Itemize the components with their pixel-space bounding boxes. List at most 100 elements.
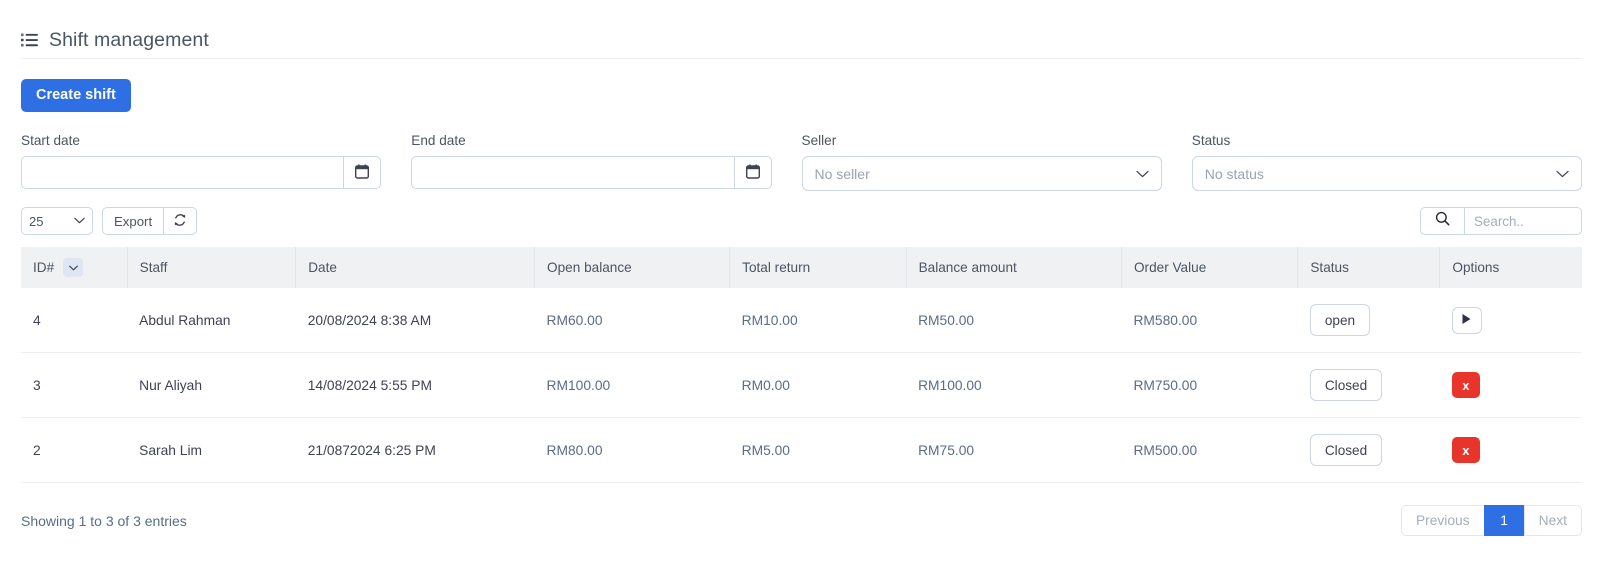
chevron-down-icon — [1556, 165, 1569, 183]
start-date-label: Start date — [21, 133, 80, 148]
cell-status: Closed — [1297, 352, 1440, 418]
cell-status: Closed — [1297, 417, 1440, 483]
cell-order-value: RM500.00 — [1121, 417, 1298, 483]
column-header-options: Options — [1439, 247, 1582, 288]
page-header: Shift management — [0, 0, 1603, 58]
column-label-options: Options — [1452, 260, 1500, 275]
column-label-status: Status — [1310, 260, 1349, 275]
cell-status: open — [1297, 288, 1440, 353]
search-input[interactable] — [1464, 207, 1582, 235]
page-length-wrapper: 25 — [21, 207, 93, 235]
cell-open-balance: RM80.00 — [534, 417, 730, 483]
page-title: Shift management — [49, 28, 209, 51]
delete-shift-button[interactable]: x — [1451, 372, 1480, 398]
seller-label: Seller — [801, 133, 837, 148]
search-button[interactable] — [1420, 207, 1464, 235]
page-length-select[interactable]: 25 — [21, 207, 93, 235]
cell-balance-amount: RM50.00 — [906, 288, 1122, 353]
pagination-previous[interactable]: Previous — [1400, 505, 1484, 536]
search-icon — [1435, 211, 1450, 231]
end-date-calendar-button[interactable] — [733, 156, 772, 189]
table-row: 4 Abdul Rahman 20/08/2024 8:38 AM RM60.0… — [21, 288, 1582, 353]
cell-balance-amount: RM100.00 — [906, 352, 1122, 418]
delete-shift-button[interactable]: x — [1451, 437, 1480, 463]
column-header-order-value[interactable]: Order Value — [1121, 247, 1299, 288]
resume-shift-button[interactable] — [1451, 306, 1482, 334]
calendar-icon — [745, 163, 760, 182]
table-row: 2 Sarah Lim 21/0872024 6:25 PM RM80.00 R… — [21, 417, 1582, 483]
cell-options — [1439, 288, 1582, 353]
cell-date: 21/0872024 6:25 PM — [295, 417, 535, 483]
column-header-open-balance[interactable]: Open balance — [534, 247, 731, 288]
cell-id: 3 — [21, 352, 128, 418]
column-header-date[interactable]: Date — [295, 247, 536, 288]
start-date-input[interactable] — [21, 156, 344, 189]
table-header-row: ID# Staff Date Open balance Total return… — [21, 247, 1582, 288]
filter-start-date: Start date — [21, 133, 411, 191]
list-icon — [21, 33, 38, 47]
cell-total-return: RM10.00 — [729, 288, 907, 353]
table-footer: Showing 1 to 3 of 3 entries Previous 1 N… — [0, 483, 1603, 536]
cell-staff: Sarah Lim — [127, 417, 296, 483]
column-header-staff[interactable]: Staff — [127, 247, 297, 288]
create-shift-button[interactable]: Create shift — [21, 79, 131, 112]
pagination: Previous 1 Next — [1400, 505, 1582, 536]
column-header-total-return[interactable]: Total return — [729, 247, 907, 288]
seller-select-value: No seller — [814, 165, 870, 182]
cell-order-value: RM750.00 — [1121, 352, 1298, 418]
cell-staff: Nur Aliyah — [127, 352, 296, 418]
refresh-icon — [173, 213, 187, 230]
column-header-status[interactable]: Status — [1297, 247, 1441, 288]
play-icon — [1461, 313, 1472, 328]
pagination-next[interactable]: Next — [1523, 505, 1582, 536]
cell-id: 4 — [21, 288, 128, 353]
shifts-table: ID# Staff Date Open balance Total return… — [21, 247, 1582, 483]
column-header-id[interactable]: ID# — [21, 247, 128, 288]
cell-options: x — [1439, 417, 1582, 483]
refresh-button[interactable] — [164, 207, 198, 235]
status-label: Status — [1191, 133, 1231, 148]
column-header-balance-amount[interactable]: Balance amount — [906, 247, 1122, 288]
filters-row: Start date End date Seller No seller Sta… — [0, 112, 1603, 191]
cell-id: 2 — [21, 417, 128, 483]
table-row: 3 Nur Aliyah 14/08/2024 5:55 PM RM100.00… — [21, 352, 1582, 418]
entries-info: Showing 1 to 3 of 3 entries — [21, 512, 187, 529]
sort-indicator-id[interactable] — [63, 258, 84, 277]
cell-open-balance: RM100.00 — [534, 352, 730, 418]
column-label-id: ID# — [33, 260, 55, 275]
column-label-balance-amount: Balance amount — [918, 260, 1017, 275]
chevron-down-icon — [1136, 165, 1149, 183]
status-badge[interactable]: Closed — [1309, 434, 1383, 466]
cell-total-return: RM0.00 — [729, 352, 907, 418]
end-date-input[interactable] — [411, 156, 734, 189]
shifts-table-container: ID# Staff Date Open balance Total return… — [0, 235, 1603, 483]
create-shift-container: Create shift — [0, 59, 1603, 112]
column-label-date: Date — [308, 260, 337, 275]
status-badge[interactable]: open — [1309, 304, 1371, 336]
cell-date: 14/08/2024 5:55 PM — [295, 352, 535, 418]
column-label-staff: Staff — [139, 260, 168, 275]
status-badge[interactable]: Closed — [1309, 369, 1383, 401]
chevron-down-icon — [68, 265, 78, 270]
search-group — [1420, 207, 1582, 235]
cell-balance-amount: RM75.00 — [906, 417, 1122, 483]
export-button[interactable]: Export — [102, 207, 165, 235]
status-select[interactable]: No status — [1191, 156, 1582, 191]
cell-date: 20/08/2024 8:38 AM — [295, 288, 535, 353]
cell-order-value: RM580.00 — [1121, 288, 1298, 353]
column-label-order-value: Order Value — [1133, 260, 1207, 275]
shift-management-page: Shift management Create shift Start date — [0, 0, 1603, 561]
end-date-input-group — [411, 156, 772, 189]
cell-staff: Abdul Rahman — [127, 288, 296, 353]
pagination-page-1[interactable]: 1 — [1483, 505, 1524, 536]
table-toolbar: 25 Export — [0, 191, 1603, 235]
filter-status: Status No status — [1191, 133, 1582, 191]
column-label-open-balance: Open balance — [547, 260, 632, 275]
start-date-calendar-button[interactable] — [343, 156, 382, 189]
cell-total-return: RM5.00 — [729, 417, 907, 483]
end-date-label: End date — [411, 133, 466, 148]
column-label-total-return: Total return — [742, 260, 811, 275]
table-head: ID# Staff Date Open balance Total return… — [21, 247, 1582, 288]
seller-select[interactable]: No seller — [801, 156, 1162, 191]
filter-end-date: End date — [411, 133, 801, 191]
